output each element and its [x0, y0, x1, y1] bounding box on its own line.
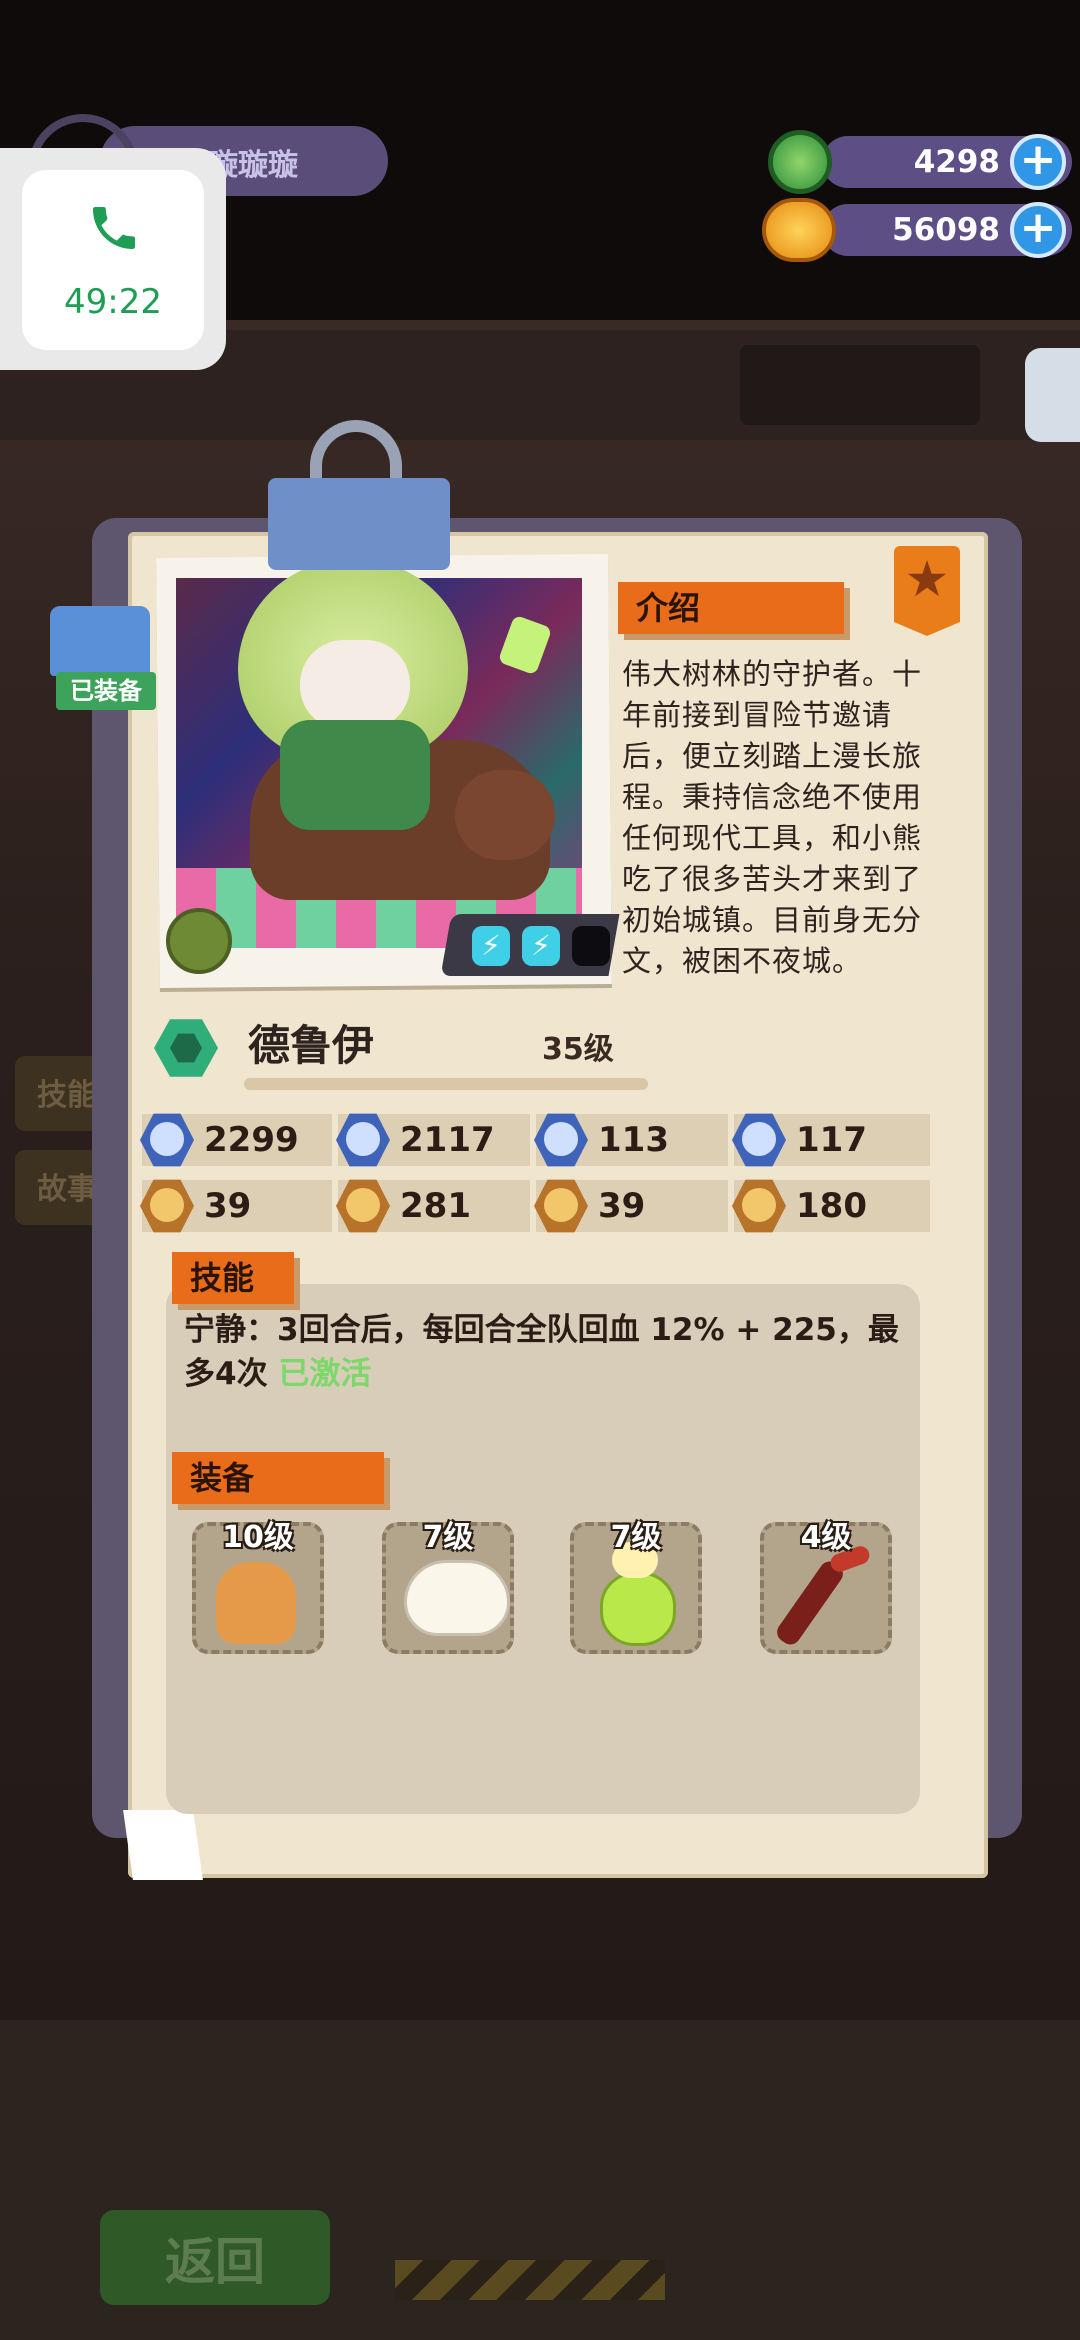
stat-value: 281	[400, 1186, 471, 1226]
skill-status: 已激活	[278, 1356, 372, 1392]
stat-value: 117	[796, 1120, 867, 1160]
name-underline	[244, 1078, 648, 1090]
stat-value: 113	[598, 1120, 669, 1160]
hazard-stripe	[395, 2260, 665, 2300]
star-icon: ★	[904, 550, 950, 608]
currency-value-orange: 56098	[892, 212, 1000, 248]
bear-head	[455, 770, 555, 860]
equipped-tag: 已装备	[56, 672, 156, 710]
gingerbread-bear-icon	[216, 1562, 296, 1644]
speed-icon	[140, 1179, 194, 1233]
hero-name: 德鲁伊	[248, 1021, 375, 1070]
energy-cell-empty	[572, 926, 610, 966]
equipment-title: 装备	[172, 1452, 384, 1504]
element-badge-icon	[166, 908, 232, 974]
phone-icon	[93, 207, 135, 249]
energy-cell-icon: ⚡	[472, 926, 510, 966]
potion-bottle-icon	[600, 1572, 676, 1646]
binder-clip	[268, 478, 450, 570]
swirl-icon	[732, 1179, 786, 1233]
stat-speed: 39	[140, 1179, 332, 1233]
add-orange-currency-button[interactable]: +	[1010, 202, 1066, 258]
sword-icon	[336, 1113, 390, 1167]
stat-mood: 281	[336, 1179, 530, 1233]
energy-cell-icon: ⚡	[522, 926, 560, 966]
stat-magic-defense: 117	[732, 1113, 930, 1167]
share-button[interactable]	[1025, 348, 1080, 442]
stat-spirit: 180	[732, 1179, 930, 1233]
skill-title: 技能	[172, 1252, 294, 1304]
add-green-currency-button[interactable]: +	[1010, 134, 1066, 190]
hero-level: 35级	[542, 1032, 614, 1067]
stat-strength: 39	[534, 1179, 728, 1233]
stat-value: 2117	[400, 1120, 495, 1160]
back-button[interactable]: 返回	[100, 2210, 330, 2305]
druid-face	[300, 640, 410, 730]
equipment-level: 10级	[222, 1520, 294, 1555]
favorite-button[interactable]: ★	[894, 546, 960, 636]
white-bird-icon	[404, 1560, 510, 1636]
skill-description: 宁静：3回合后，每回合全队回血 12% + 225，最多4次 已激活	[184, 1308, 904, 1396]
heart-icon	[140, 1113, 194, 1167]
stat-attack: 2117	[336, 1113, 530, 1167]
shield-icon	[534, 1113, 588, 1167]
call-card[interactable]: 49:22	[22, 170, 204, 350]
hero-intro: 伟大树林的守护者。十年前接到冒险节邀请后，便立刻踏上漫长旅程。秉持信念绝不使用任…	[622, 657, 923, 978]
stat-hp: 2299	[140, 1113, 332, 1167]
call-timer: 49:22	[64, 282, 162, 322]
equipment-level: 7级	[610, 1520, 662, 1555]
intro-title: 介绍	[618, 582, 844, 634]
currency-value-green: 4298	[913, 144, 1000, 180]
call-overlay[interactable]: 49:22	[0, 148, 226, 370]
muscle-icon	[534, 1179, 588, 1233]
card-corner-fold	[123, 1810, 203, 1880]
magic-shield-icon	[732, 1113, 786, 1167]
druid-body	[280, 720, 430, 830]
shirt-icon	[50, 606, 150, 676]
smile-icon	[336, 1179, 390, 1233]
background-vent	[740, 345, 980, 425]
stat-value: 2299	[204, 1120, 299, 1160]
stat-value: 180	[796, 1186, 867, 1226]
stat-value: 39	[598, 1186, 646, 1226]
equipment-level: 7级	[422, 1520, 474, 1555]
stat-value: 39	[204, 1186, 252, 1226]
equipment-level: 4级	[800, 1520, 852, 1555]
stat-defense: 113	[534, 1113, 728, 1167]
